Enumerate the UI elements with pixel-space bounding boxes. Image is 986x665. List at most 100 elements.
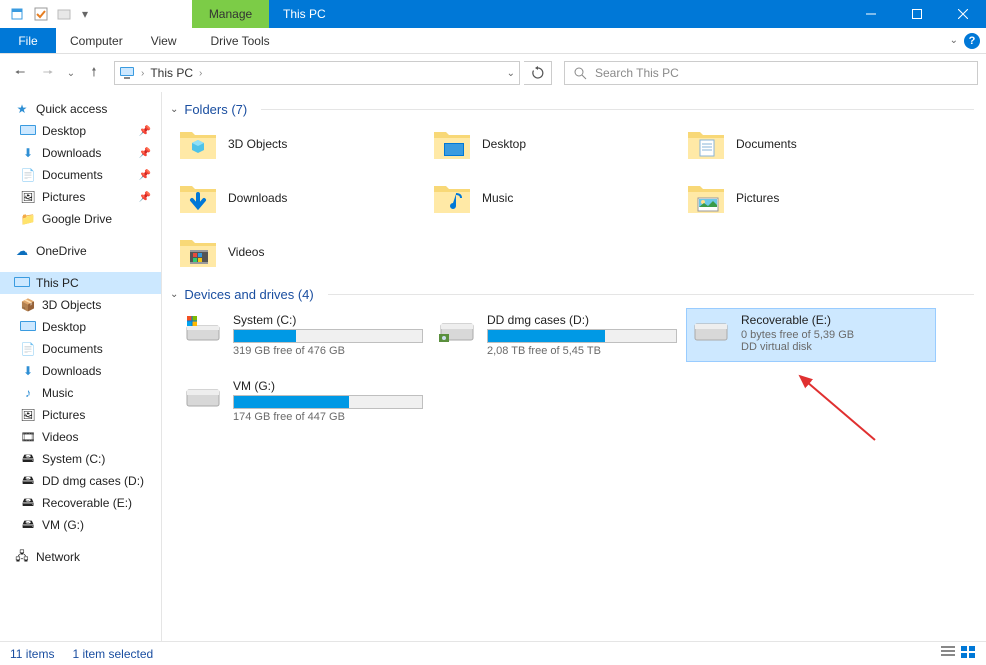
drive-usage-bar — [487, 329, 677, 343]
drive-icon: 🖴 — [20, 517, 36, 533]
content-pane: ⌄ Folders (7) 3D Objects Desktop Documen… — [162, 92, 986, 641]
sidebar-network[interactable]: 🖧Network — [0, 546, 161, 568]
nav-back-button[interactable]: 🠔 — [8, 61, 32, 85]
drive-recoverable-e[interactable]: Recoverable (E:) 0 bytes free of 5,39 GB… — [686, 308, 936, 362]
folder-label: Music — [482, 191, 513, 205]
sidebar-item-music[interactable]: ♪Music — [0, 382, 161, 404]
folder-label: Videos — [228, 245, 264, 259]
sidebar-item-videos[interactable]: 🎞Videos — [0, 426, 161, 448]
sidebar-label: This PC — [36, 276, 79, 290]
qat-dropdown-icon[interactable]: ▾ — [78, 3, 92, 25]
qat-checkbox-icon[interactable] — [30, 3, 52, 25]
star-icon: ★ — [14, 101, 30, 117]
address-segment[interactable]: This PC — [150, 66, 193, 80]
view-switcher — [940, 645, 976, 662]
ribbon: File Computer View Drive Tools ⌄ ? — [0, 28, 986, 54]
folder-documents[interactable]: Documents — [686, 123, 936, 165]
folder-music[interactable]: Music — [432, 177, 682, 219]
qat-properties-icon[interactable] — [6, 3, 28, 25]
folder-label: Documents — [736, 137, 797, 151]
group-title: Folders (7) — [184, 102, 247, 117]
sidebar-item-vm-g[interactable]: 🖴 VM (G:) — [0, 514, 161, 536]
contextual-tab-manage[interactable]: Manage — [192, 0, 269, 28]
documents-icon: 📄 — [20, 167, 36, 183]
folder-downloads[interactable]: Downloads — [178, 177, 428, 219]
ribbon-collapse-icon[interactable]: ⌄ — [950, 35, 958, 46]
maximize-button[interactable] — [894, 0, 940, 28]
help-icon[interactable]: ? — [964, 33, 980, 49]
search-box[interactable]: Search This PC — [564, 61, 978, 85]
drive-subtype-text: DD virtual disk — [741, 341, 931, 353]
nav-forward-button[interactable]: 🠖 — [36, 61, 60, 85]
sidebar-item-documents[interactable]: 📄Documents — [0, 338, 161, 360]
pin-icon: 📌 — [139, 148, 157, 159]
drive-free-text: 2,08 TB free of 5,45 TB — [487, 345, 677, 357]
drive-free-text: 0 bytes free of 5,39 GB — [741, 329, 931, 341]
refresh-button[interactable] — [524, 61, 552, 85]
chevron-right-icon[interactable]: › — [199, 68, 202, 79]
sidebar-item-documents[interactable]: 📄Documents📌 — [0, 164, 161, 186]
details-view-button[interactable] — [940, 645, 956, 662]
pictures-icon: 🖼 — [20, 189, 36, 205]
folder-desktop[interactable]: Desktop — [432, 123, 682, 165]
folder-3d-objects[interactable]: 3D Objects — [178, 123, 428, 165]
desktop-folder-icon — [432, 126, 472, 162]
close-button[interactable] — [940, 0, 986, 28]
folder-pictures[interactable]: Pictures — [686, 177, 936, 219]
main-area: ★ Quick access Desktop📌 ⬇Downloads📌 📄Doc… — [0, 92, 986, 641]
sidebar-item-desktop[interactable]: Desktop — [0, 316, 161, 338]
sidebar-item-pictures[interactable]: 🖼Pictures — [0, 404, 161, 426]
ribbon-drivetools-tab[interactable]: Drive Tools — [196, 28, 283, 53]
pin-icon: 📌 — [139, 192, 157, 203]
pictures-folder-icon — [686, 180, 726, 216]
ribbon-file-tab[interactable]: File — [0, 28, 56, 53]
sidebar-item-pictures[interactable]: 🖼Pictures📌 — [0, 186, 161, 208]
drive-name: System (C:) — [233, 313, 423, 327]
minimize-button[interactable] — [848, 0, 894, 28]
drive-usage-bar — [233, 329, 423, 343]
nav-up-button[interactable]: 🠕 — [82, 61, 106, 85]
sidebar-onedrive[interactable]: ☁OneDrive — [0, 240, 161, 262]
this-pc-icon — [14, 275, 30, 291]
tiles-view-button[interactable] — [960, 645, 976, 662]
sidebar-label: Google Drive — [42, 212, 112, 226]
sidebar-label: Recoverable (E:) — [42, 496, 132, 510]
drive-vm-g[interactable]: VM (G:) 174 GB free of 447 GB — [178, 374, 428, 428]
sidebar-item-downloads[interactable]: ⬇Downloads📌 — [0, 142, 161, 164]
sidebar-item-dmg-d[interactable]: 🖴DD dmg cases (D:) — [0, 470, 161, 492]
sidebar-label: Videos — [42, 430, 78, 444]
sidebar-item-googledrive[interactable]: 📁Google Drive — [0, 208, 161, 230]
this-pc-icon — [119, 65, 135, 81]
ribbon-computer-tab[interactable]: Computer — [56, 28, 137, 53]
drive-dmg-d[interactable]: DD dmg cases (D:) 2,08 TB free of 5,45 T… — [432, 308, 682, 362]
drive-icon: 🖴 — [20, 473, 36, 489]
status-item-count: 11 items — [10, 647, 54, 661]
desktop-icon — [20, 123, 36, 139]
address-dropdown-icon[interactable]: ⌄ — [507, 68, 515, 79]
address-bar[interactable]: › This PC › ⌄ — [114, 61, 520, 85]
sidebar-label: VM (G:) — [42, 518, 84, 532]
drive-system-c[interactable]: System (C:) 319 GB free of 476 GB — [178, 308, 428, 362]
music-folder-icon — [432, 180, 472, 216]
group-header-folders[interactable]: ⌄ Folders (7) — [170, 102, 974, 117]
sidebar-item-desktop[interactable]: Desktop📌 — [0, 120, 161, 142]
drive-name: VM (G:) — [233, 379, 423, 393]
sidebar-item-3dobjects[interactable]: 📦3D Objects — [0, 294, 161, 316]
window-title: This PC — [269, 0, 369, 28]
sidebar-quick-access[interactable]: ★ Quick access — [0, 98, 161, 120]
folder-label: Desktop — [482, 137, 526, 151]
sidebar-item-downloads[interactable]: ⬇Downloads — [0, 360, 161, 382]
sidebar-label: OneDrive — [36, 244, 87, 258]
desktop-icon — [20, 319, 36, 335]
sidebar-item-system-c[interactable]: 🖴System (C:) — [0, 448, 161, 470]
sidebar-label: System (C:) — [42, 452, 105, 466]
ribbon-view-tab[interactable]: View — [137, 28, 191, 53]
group-header-drives[interactable]: ⌄ Devices and drives (4) — [170, 287, 974, 302]
pin-icon: 📌 — [139, 126, 157, 137]
nav-recent-dropdown[interactable]: ⌄ — [64, 61, 78, 85]
folder-videos[interactable]: Videos — [178, 231, 428, 273]
sidebar-item-recoverable-e[interactable]: 🖴Recoverable (E:) — [0, 492, 161, 514]
sidebar-this-pc[interactable]: This PC — [0, 272, 161, 294]
search-placeholder: Search This PC — [595, 66, 679, 80]
qat-newfolder-icon[interactable] — [54, 3, 76, 25]
